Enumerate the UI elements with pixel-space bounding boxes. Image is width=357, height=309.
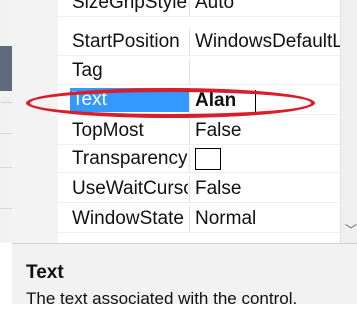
color-swatch[interactable] [195, 148, 221, 170]
property-row-sizegripstyle[interactable]: SizeGripStyle Auto [58, 0, 340, 17]
column-divider [189, 118, 190, 144]
property-name: Transparency [72, 149, 188, 169]
property-row-startposition[interactable]: StartPosition WindowsDefaultLocation [58, 29, 340, 56]
property-row-usewaitcursor[interactable]: UseWaitCursor False [58, 176, 340, 203]
property-name: StartPosition [72, 32, 180, 52]
property-grid-margin [12, 0, 59, 243]
property-name: SizeGripStyle [72, 0, 188, 13]
description-title: Text [26, 262, 64, 283]
left-pane-divider [0, 167, 12, 168]
property-grid: SizeGripStyle Auto StartPosition Windows… [58, 0, 340, 243]
left-pane-edge [0, 0, 12, 243]
property-name: TopMost [72, 121, 144, 141]
left-pane-divider [0, 102, 12, 103]
annotation-highlight-oval [26, 88, 315, 118]
property-name: UseWaitCursor [72, 179, 188, 199]
property-name: Tag [72, 61, 103, 81]
property-value[interactable]: False [195, 121, 340, 141]
left-pane-tab[interactable]: ✕ [0, 46, 14, 110]
left-pane-divider [0, 208, 12, 209]
property-row-windowstate[interactable]: WindowState Normal [58, 206, 340, 233]
chevron-down-icon[interactable]: ﹀ [345, 221, 357, 238]
description-text: The text associated with the control. [26, 289, 298, 308]
property-row-tag[interactable]: Tag [58, 58, 340, 85]
property-value[interactable]: Normal [195, 209, 340, 229]
column-divider [189, 206, 190, 232]
property-value[interactable]: Auto [195, 0, 340, 13]
column-divider [189, 29, 190, 55]
left-pane-divider [0, 133, 12, 134]
property-row-topmost[interactable]: TopMost False [58, 118, 340, 145]
property-name: WindowState [72, 209, 184, 229]
column-divider [189, 146, 190, 172]
column-divider [189, 176, 190, 202]
vertical-scrollbar[interactable]: ﹀ [340, 0, 357, 243]
column-divider [189, 0, 190, 16]
description-panel: Text The text associated with the contro… [12, 243, 357, 308]
column-divider [189, 58, 190, 84]
property-value[interactable]: WindowsDefaultLocation [195, 32, 340, 52]
property-value[interactable]: False [195, 179, 340, 199]
property-row-transparency[interactable]: Transparency [58, 146, 340, 173]
